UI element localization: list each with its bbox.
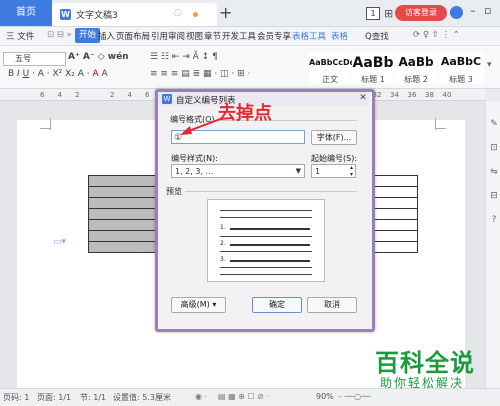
- ruler-number: 6: [145, 91, 150, 99]
- preview-number: 2.: [220, 240, 226, 247]
- preview-line: [220, 274, 312, 275]
- preview-line: [220, 267, 312, 268]
- ruler-number: 2: [110, 91, 115, 99]
- number-style-label: 编号样式(N):: [171, 154, 218, 163]
- start-number-label: 起始编号(S):: [311, 154, 358, 163]
- menu-table-style[interactable]: 表格: [331, 30, 348, 42]
- menu-insert[interactable]: 插入: [98, 30, 115, 42]
- style-heading-3[interactable]: AaBbC 标题 3: [438, 52, 484, 84]
- style-normal[interactable]: AaBbCcDd 正文: [309, 52, 355, 84]
- divider: [185, 191, 357, 192]
- font-button[interactable]: 字体(F)...: [311, 130, 357, 145]
- cancel-button[interactable]: 取消: [307, 297, 357, 313]
- ruler-number: 6: [40, 91, 45, 99]
- ruler-number: 38: [425, 91, 434, 99]
- ok-button[interactable]: 确定: [252, 297, 302, 313]
- list-icons[interactable]: ☰ ☷ ⇤ ⇥ Ӑ ↕ ¶: [150, 52, 218, 62]
- preview-line: [220, 217, 312, 218]
- ruler-number: 4: [57, 91, 62, 99]
- chevron-down-icon: ▼: [295, 167, 301, 175]
- preview-line: [230, 228, 310, 230]
- document-tab-label: 文字文稿3: [76, 11, 118, 21]
- menu-chapter[interactable]: 章节: [204, 30, 221, 42]
- share-icons[interactable]: ⟳ ♀ ⇧ ⋮ ⌃: [413, 30, 460, 40]
- minimize-icon[interactable]: –: [470, 4, 476, 17]
- menu-table-tools[interactable]: 表格工具: [292, 30, 326, 42]
- ruler-number: 40: [442, 91, 452, 99]
- align-icons[interactable]: ≡ ≡ ≡ ▤ ≣ ▦ · ◫ · ⊞ ·: [150, 69, 250, 79]
- view-mode-icons[interactable]: ▤ ▦ ⊕ ☐ ⊘ ·: [218, 392, 269, 401]
- eye-icon[interactable]: ◉ ·: [195, 392, 207, 401]
- maximize-icon[interactable]: ▫: [484, 4, 491, 17]
- zoom-slider-icon[interactable]: – ──○──: [338, 392, 371, 401]
- menu-developer[interactable]: 开发工具: [222, 30, 256, 42]
- writer-icon: W: [162, 94, 172, 104]
- quick-access-icons[interactable]: ⊡ ⊟ »: [47, 30, 72, 40]
- start-number-input[interactable]: 1 ▴ ▾: [311, 164, 356, 178]
- format-buttons[interactable]: B I U · A · X² X₂ A · A A: [8, 69, 108, 79]
- spinner-icon[interactable]: ▴ ▾: [350, 164, 353, 178]
- writer-icon: W: [60, 9, 71, 20]
- ruler-number: 2: [75, 91, 80, 99]
- preview-number: 1.: [220, 224, 226, 231]
- number-style-select[interactable]: 1, 2, 3, ... ▼: [171, 164, 305, 178]
- preview-line: [220, 210, 312, 211]
- preview-line: [230, 244, 310, 246]
- tab-document[interactable]: W 文字文稿3 ◌: [52, 3, 217, 26]
- crop-mark: [435, 128, 446, 129]
- grid-icon[interactable]: ⊞: [384, 7, 393, 20]
- preview-line: [230, 260, 310, 262]
- style-heading-2[interactable]: AaBb 标题 2: [395, 52, 437, 84]
- annotation-text: 去掉点: [218, 103, 272, 124]
- paragraph-marker-icon[interactable]: ▭▾: [53, 237, 66, 247]
- status-section: 节: 1/1: [80, 393, 107, 402]
- watermark-logo: 百科全说: [375, 349, 475, 377]
- watermark-slogan: 助你轻松解决: [380, 376, 465, 390]
- search-button[interactable]: Q查找: [365, 30, 389, 42]
- tab-home[interactable]: 首页: [0, 0, 52, 26]
- guest-login-button[interactable]: 访客登录: [395, 5, 447, 21]
- new-tab-plus-icon[interactable]: +: [219, 2, 232, 24]
- status-setting-value: 设置值: 5.3厘米: [113, 393, 171, 402]
- grow-font-icon[interactable]: A⁺ A⁻ ◇ wén: [68, 52, 129, 62]
- menu-review[interactable]: 审阅: [168, 30, 185, 42]
- preview-line: [220, 251, 312, 252]
- crop-mark: [40, 128, 51, 129]
- comment-bubble-icon[interactable]: ◌: [174, 8, 182, 18]
- status-pages: 页面: 1/1: [37, 393, 72, 402]
- unsaved-dot-icon: [193, 12, 198, 17]
- zoom-level[interactable]: 90%: [316, 392, 334, 401]
- style-gallery-more-icon[interactable]: ▾: [487, 60, 492, 70]
- menu-view[interactable]: 视图: [186, 30, 203, 42]
- preview-number: 3.: [220, 256, 226, 263]
- font-size-select[interactable]: 五号: [12, 53, 55, 65]
- menu-page-layout[interactable]: 页面布局: [116, 30, 150, 42]
- ruler-number: 34: [390, 91, 399, 99]
- avatar[interactable]: [450, 6, 463, 19]
- page-indicator[interactable]: 1: [366, 7, 380, 20]
- ruler-number: 36: [407, 91, 417, 99]
- table-left-shaded[interactable]: [88, 175, 158, 253]
- style-heading-1[interactable]: AaBb 标题 1: [352, 52, 394, 84]
- menu-references[interactable]: 引用: [151, 30, 168, 42]
- advanced-button[interactable]: 高级(M) ▾: [171, 297, 226, 313]
- preview-label: 预览: [166, 187, 182, 196]
- menu-member[interactable]: 会员专享: [257, 30, 291, 42]
- ruler-number: 4: [127, 91, 132, 99]
- status-page: 页码: 1: [3, 393, 30, 402]
- sidebar-tool-icons[interactable]: ✎ ⊡ ⇋ ⊟?: [488, 112, 500, 232]
- file-menu[interactable]: 三 文件: [6, 30, 34, 42]
- menu-start[interactable]: 开始: [75, 28, 101, 43]
- preview-line: [220, 236, 312, 237]
- dialog-close-icon[interactable]: ✕: [357, 92, 369, 104]
